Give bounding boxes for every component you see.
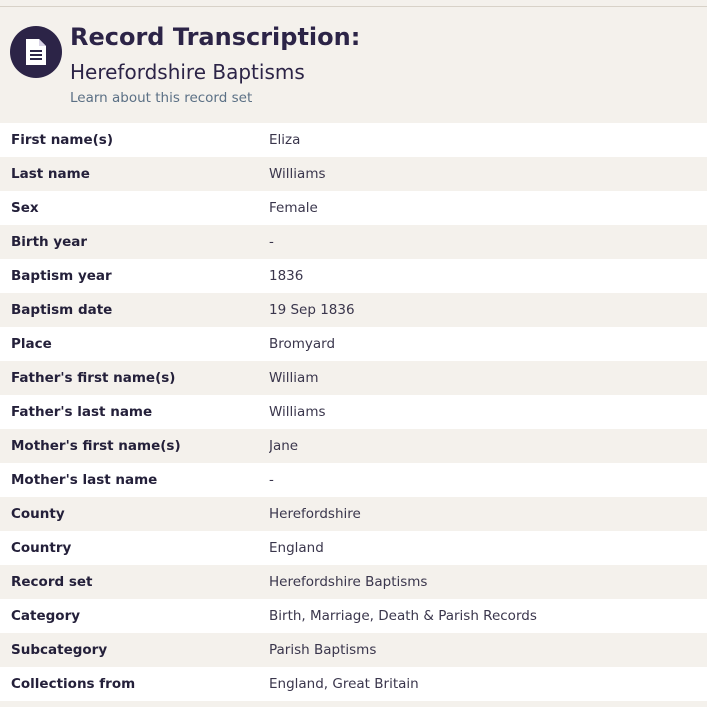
record-row: Category Birth, Marriage, Death & Parish … (0, 599, 707, 633)
learn-about-record-set-link[interactable]: Learn about this record set (70, 90, 252, 106)
record-row: Mother's first name(s) Jane (0, 429, 707, 463)
transcription-table: First name(s) Eliza Last name Williams Sex Fe… (0, 123, 707, 701)
record-field-value: William (269, 361, 707, 395)
record-row: Country England (0, 531, 707, 565)
record-row: Baptism date 19 Sep 1836 (0, 293, 707, 327)
record-field-value: Bromyard (269, 327, 707, 361)
record-field-value: Herefordshire (269, 497, 707, 531)
record-field-value: Eliza (269, 123, 707, 157)
record-field-value: 19 Sep 1836 (269, 293, 707, 327)
record-field-label: Father's first name(s) (0, 361, 269, 395)
record-field-label: Last name (0, 157, 269, 191)
record-field-label: Place (0, 327, 269, 361)
record-field-value: Herefordshire Baptisms (269, 565, 707, 599)
record-field-label: Subcategory (0, 633, 269, 667)
record-row: First name(s) Eliza (0, 123, 707, 157)
page-title: Record Transcription: (70, 23, 361, 51)
record-row: Place Bromyard (0, 327, 707, 361)
record-header: Record Transcription: Herefordshire Bapt… (0, 7, 707, 123)
document-icon (10, 26, 62, 78)
record-row: Record set Herefordshire Baptisms (0, 565, 707, 599)
record-field-value: Parish Baptisms (269, 633, 707, 667)
record-field-label: Collections from (0, 667, 269, 701)
record-row: Mother's last name - (0, 463, 707, 497)
record-field-value: Williams (269, 395, 707, 429)
record-field-value: Jane (269, 429, 707, 463)
record-field-label: Record set (0, 565, 269, 599)
record-field-label: Baptism year (0, 259, 269, 293)
record-field-value: England (269, 531, 707, 565)
record-field-label: Baptism date (0, 293, 269, 327)
record-field-value: England, Great Britain (269, 667, 707, 701)
record-row: Baptism year 1836 (0, 259, 707, 293)
record-field-label: First name(s) (0, 123, 269, 157)
record-field-label: Sex (0, 191, 269, 225)
record-field-label: Country (0, 531, 269, 565)
record-field-value: - (269, 463, 707, 497)
transcription-table-body: First name(s) Eliza Last name Williams Sex Fe… (0, 123, 707, 701)
record-field-value: 1836 (269, 259, 707, 293)
record-row: Subcategory Parish Baptisms (0, 633, 707, 667)
record-field-value: - (269, 225, 707, 259)
record-field-label: Mother's first name(s) (0, 429, 269, 463)
record-field-label: Category (0, 599, 269, 633)
record-field-value: Birth, Marriage, Death & Parish Records (269, 599, 707, 633)
record-field-label: Father's last name (0, 395, 269, 429)
record-row: Last name Williams (0, 157, 707, 191)
record-field-label: Mother's last name (0, 463, 269, 497)
record-row: Collections from England, Great Britain (0, 667, 707, 701)
record-set-subtitle: Herefordshire Baptisms (70, 60, 305, 84)
record-field-label: County (0, 497, 269, 531)
record-row: County Herefordshire (0, 497, 707, 531)
record-row: Sex Female (0, 191, 707, 225)
record-field-value: Female (269, 191, 707, 225)
record-row: Father's first name(s) William (0, 361, 707, 395)
record-field-label: Birth year (0, 225, 269, 259)
record-field-value: Williams (269, 157, 707, 191)
record-row: Birth year - (0, 225, 707, 259)
record-row: Father's last name Williams (0, 395, 707, 429)
